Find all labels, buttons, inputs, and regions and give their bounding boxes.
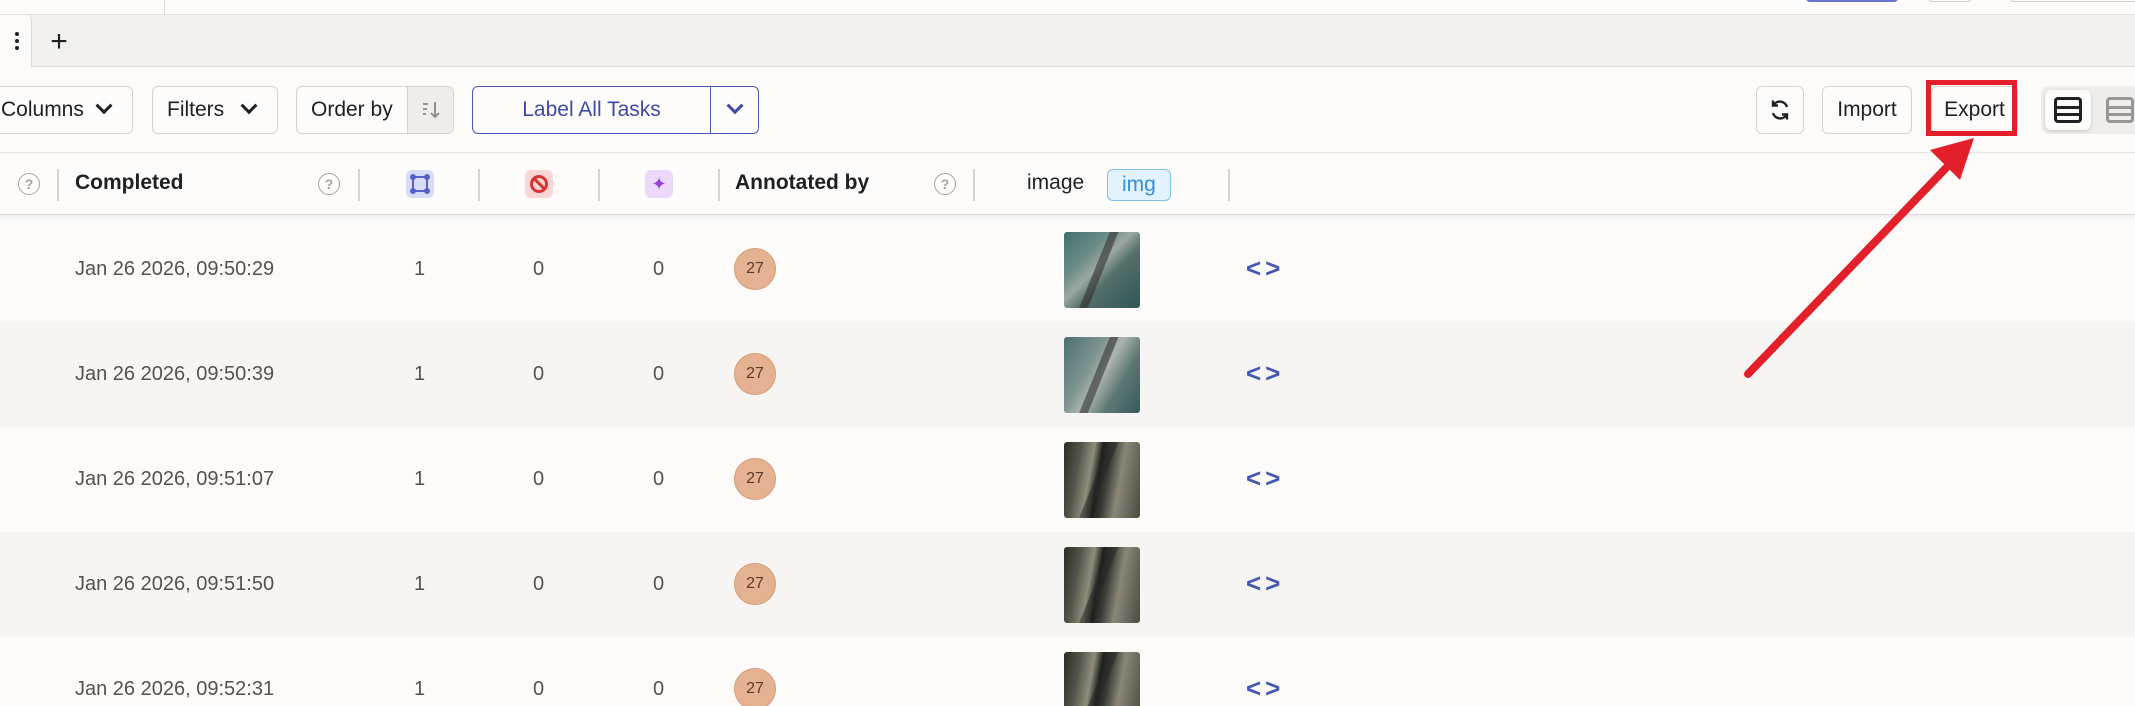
filters-button[interactable]: Filters — [152, 86, 278, 134]
annotations-cell: 1 — [414, 363, 426, 385]
list-view-button[interactable] — [2045, 90, 2091, 130]
annotations-cell: 1 — [414, 468, 426, 490]
sort-direction-icon[interactable] — [407, 87, 453, 133]
column-header-completed[interactable]: Completed — [75, 171, 184, 195]
top-button-partial[interactable] — [1928, 0, 1972, 2]
column-header-annotated-by[interactable]: Annotated by — [735, 171, 869, 195]
column-divider[interactable] — [718, 169, 720, 201]
cancelled-cell: 0 — [533, 363, 545, 385]
order-by-button[interactable]: Order by — [296, 86, 454, 134]
column-divider[interactable] — [1228, 169, 1230, 201]
predictions-cell: 0 — [653, 363, 665, 385]
code-icon[interactable]: <> — [1246, 253, 1284, 284]
image-thumbnail[interactable] — [1064, 442, 1140, 518]
columns-button[interactable]: Columns — [0, 86, 133, 134]
avatar: 27 — [734, 668, 776, 706]
export-button[interactable]: Export — [1931, 86, 2018, 134]
refresh-button[interactable] — [1756, 86, 1804, 134]
completed-cell: Jan 26 2026, 09:50:29 — [75, 258, 275, 280]
import-button[interactable]: Import — [1822, 86, 1912, 134]
image-type-tag: img — [1107, 169, 1171, 201]
completed-cell: Jan 26 2026, 09:50:39 — [75, 363, 275, 385]
column-divider[interactable] — [598, 169, 600, 201]
top-button-partial[interactable] — [1806, 0, 1898, 2]
label-all-dropdown-button[interactable] — [711, 87, 758, 133]
top-button-partial[interactable] — [2010, 0, 2135, 2]
help-icon[interactable]: ? — [934, 173, 956, 195]
code-icon[interactable]: <> — [1246, 673, 1284, 704]
table-row[interactable]: Jan 26 2026, 09:50:39 1 0 0 27 <> — [0, 322, 2135, 427]
avatar: 27 — [734, 353, 776, 395]
annotations-cell: 1 — [414, 678, 426, 700]
table-row[interactable]: Jan 26 2026, 09:51:07 1 0 0 27 <> — [0, 427, 2135, 532]
help-icon[interactable]: ? — [18, 173, 40, 195]
column-divider[interactable] — [973, 169, 975, 201]
column-divider[interactable] — [57, 169, 59, 201]
code-icon[interactable]: <> — [1246, 463, 1284, 494]
filters-label: Filters — [167, 98, 225, 121]
top-divider — [164, 0, 165, 14]
label-all-tasks-button-group: Label All Tasks — [472, 86, 759, 134]
annotations-cell: 1 — [414, 573, 426, 595]
columns-label: Columns — [1, 98, 84, 121]
toolbar: Columns Filters Order by Label All Tasks… — [0, 67, 2135, 153]
column-divider[interactable] — [478, 169, 480, 201]
code-icon[interactable]: <> — [1246, 358, 1284, 389]
cancelled-cell: 0 — [533, 258, 545, 280]
sort-icon — [422, 102, 440, 119]
image-thumbnail[interactable] — [1064, 232, 1140, 308]
chevron-down-icon — [95, 97, 113, 115]
predictions-cell: 0 — [653, 678, 665, 700]
annotations-cell: 1 — [414, 258, 426, 280]
completed-cell: Jan 26 2026, 09:51:50 — [75, 573, 275, 595]
completed-cell: Jan 26 2026, 09:51:07 — [75, 468, 275, 490]
column-header-image[interactable]: image — [1027, 171, 1084, 195]
predictions-cell: 0 — [653, 573, 665, 595]
list-view-icon — [2054, 97, 2082, 123]
annotations-count-icon[interactable] — [406, 170, 434, 198]
table-row[interactable]: Jan 26 2026, 09:50:29 1 0 0 27 <> — [0, 217, 2135, 322]
table-row[interactable]: Jan 26 2026, 09:52:31 1 0 0 27 <> — [0, 637, 2135, 706]
predictions-sparkle-icon[interactable]: ✦ — [645, 170, 673, 198]
avatar: 27 — [734, 458, 776, 500]
image-thumbnail[interactable] — [1064, 547, 1140, 623]
image-thumbnail[interactable] — [1064, 337, 1140, 413]
cancelled-cell: 0 — [533, 468, 545, 490]
refresh-icon — [1771, 100, 1789, 120]
help-icon[interactable]: ? — [318, 173, 340, 195]
predictions-cell: 0 — [653, 468, 665, 490]
tab-active[interactable] — [0, 15, 32, 67]
column-divider[interactable] — [358, 169, 360, 201]
view-toggle — [2041, 86, 2135, 134]
image-thumbnail[interactable] — [1064, 652, 1140, 706]
cancelled-cell: 0 — [533, 678, 545, 700]
add-tab-button[interactable]: + — [44, 27, 74, 57]
chevron-down-icon — [726, 97, 743, 115]
code-icon[interactable]: <> — [1246, 568, 1284, 599]
more-vertical-icon[interactable] — [15, 32, 19, 50]
table-row[interactable]: Jan 26 2026, 09:51:50 1 0 0 27 <> — [0, 532, 2135, 637]
cancelled-count-icon[interactable] — [525, 170, 553, 198]
chevron-down-icon — [240, 97, 258, 115]
grid-view-icon — [2106, 97, 2134, 123]
cancelled-cell: 0 — [533, 573, 545, 595]
avatar: 27 — [734, 563, 776, 605]
order-by-label: Order by — [311, 98, 393, 121]
grid-view-button[interactable] — [2097, 90, 2135, 130]
label-all-tasks-button[interactable]: Label All Tasks — [473, 87, 711, 133]
predictions-cell: 0 — [653, 258, 665, 280]
top-strip — [0, 0, 2135, 15]
table-header: ? Completed ? ✦ Annotated by ? image img — [0, 153, 2135, 215]
completed-cell: Jan 26 2026, 09:52:31 — [75, 678, 275, 700]
avatar: 27 — [734, 248, 776, 290]
tab-bar: + — [0, 15, 2135, 67]
